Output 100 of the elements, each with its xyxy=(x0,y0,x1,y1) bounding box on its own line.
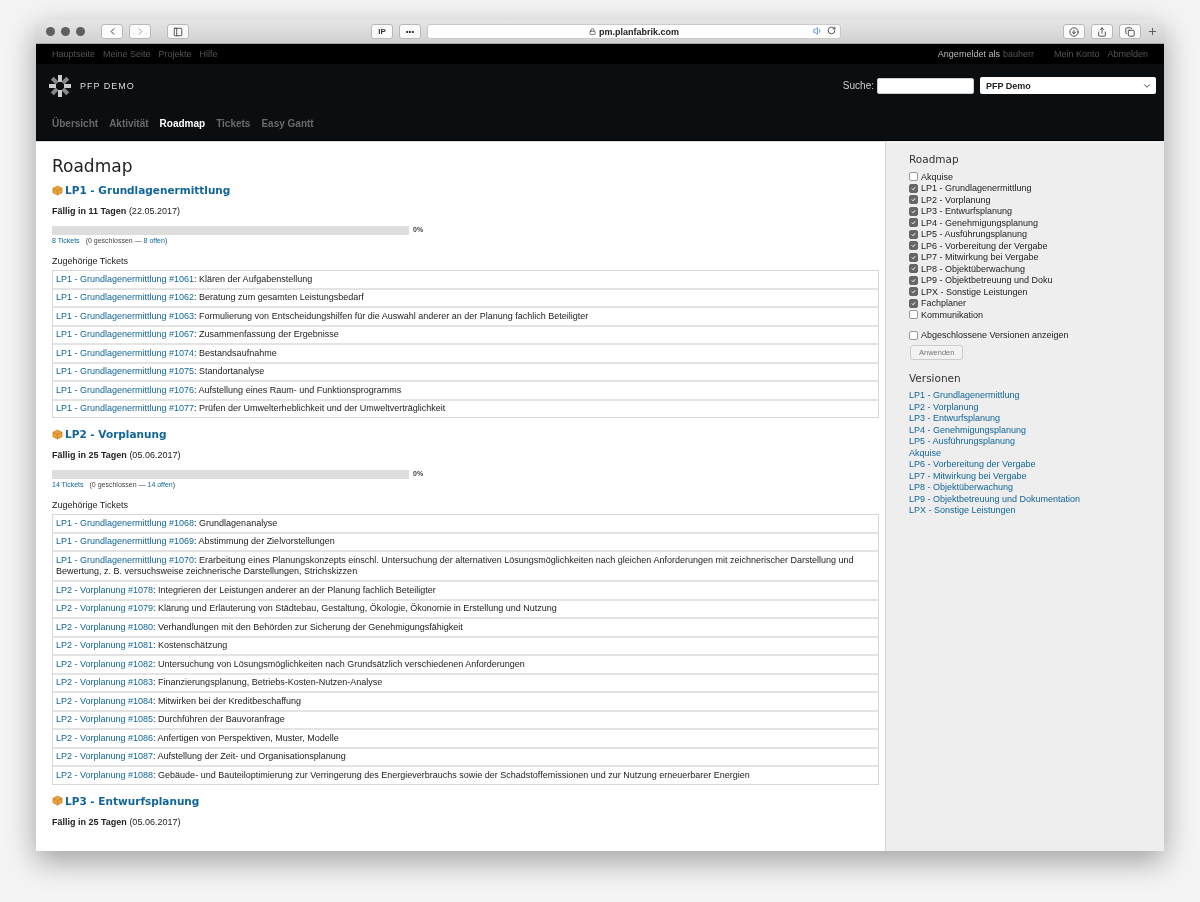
filter-label: LP2 - Vorplanung xyxy=(921,194,991,205)
ticket-row: LP2 - Vorplanung #1086: Anfertigen von Perspektiven, Muster, Modelle xyxy=(53,728,878,747)
reload-icon[interactable] xyxy=(827,26,836,35)
due-text: Fällig in 11 Tagen (22.05.2017) xyxy=(52,206,181,216)
new-tab-icon[interactable] xyxy=(1147,26,1158,37)
version-link[interactable]: LP1 - Grundlagenermittlung xyxy=(909,390,1154,402)
version-link[interactable]: LP2 - Vorplanung xyxy=(909,401,1154,413)
package-icon xyxy=(52,428,63,440)
filter-label: LP5 - Ausführungsplanung xyxy=(921,229,1028,240)
nav-tab[interactable]: Aktivität xyxy=(109,118,149,129)
ticket-row: LP1 - Grundlagenermittlung #1075: Standortanalyse xyxy=(53,361,878,380)
tabs-button[interactable] xyxy=(1119,24,1141,39)
ticket-row: LP2 - Vorplanung #1078: Integrieren der Leistungen anderer an der Planung fachlich Beteiligter xyxy=(53,580,878,599)
filter-label: LP6 - Vorbereitung der Vergabe xyxy=(921,240,1048,251)
ticket-row: LP2 - Vorplanung #1083: Finanzierungsplanung, Betriebs-Kosten-Nutzen-Analyse xyxy=(53,672,878,691)
ticket-row: LP2 - Vorplanung #1079: Klärung und Erläuterung von Städtebau, Gestaltung, Ökologie, Ökonomie in Erstellung und Nutzung xyxy=(53,598,878,617)
ticket-row: LP1 - Grundlagenermittlung #1062: Beratung zum gesamten Leistungsbedarf xyxy=(53,287,878,306)
filter-label: LP1 - Grundlagenermittlung xyxy=(921,183,1032,194)
due-text: Fällig in 25 Tagen (05.06.2017) xyxy=(52,450,182,460)
checkbox[interactable] xyxy=(909,172,918,182)
filter-label: Akquise xyxy=(921,171,954,182)
filter-label: Abgeschlossene Versionen anzeigen xyxy=(921,330,1069,341)
sidebar-icon xyxy=(173,26,183,37)
checkbox[interactable] xyxy=(909,330,918,340)
ticket-row: LP2 - Vorplanung #1088: Gebäude- und Bauteiloptimierung zur Verringerung des Energieverbrauchs sowie der Schadstoffemissionen und zur Nutzung erneuerbarer Energien xyxy=(53,765,878,784)
due-text: Fällig in 25 Tagen (05.06.2017) xyxy=(52,816,182,827)
version-link[interactable]: LP3 - Entwurfsplanung xyxy=(65,794,200,807)
checkbox[interactable] xyxy=(909,241,918,251)
checkbox[interactable] xyxy=(909,195,918,205)
ticket-row: LP1 - Grundlagenermittlung #1063: Formulierung von Entscheidungshilfen für die Auswahl anderer an der Planung fachlich Beteiligter xyxy=(53,306,878,325)
ticket-row: LP1 - Grundlagenermittlung #1070: Erarbeitung eines Planungskonzepts einschl. Untersuchung der alternativen Lösungsmöglichkeiten nach gleichen Anforderungen mit zeichnerischer Darstellung und Bewertung, z. B. versuchsweise zeichnerische Darstellungen, Strichskizzen xyxy=(53,550,878,580)
version-link[interactable]: LP4 - Genehmigungsplanung xyxy=(909,424,1154,436)
page-title: Roadmap xyxy=(52,156,134,176)
lock-icon xyxy=(589,28,596,35)
checkbox[interactable] xyxy=(909,275,918,285)
download-button[interactable] xyxy=(1063,24,1085,39)
window-zoom-button[interactable] xyxy=(76,27,85,36)
project-select[interactable]: PFP Demo xyxy=(980,77,1156,94)
sidebar-button[interactable] xyxy=(167,24,189,39)
version-link[interactable]: LP2 - Vorplanung xyxy=(65,428,167,440)
checkbox[interactable] xyxy=(909,229,918,239)
share-icon xyxy=(1097,26,1107,37)
project-name: PFP DEMO xyxy=(80,80,135,91)
checkbox[interactable] xyxy=(909,264,918,274)
address-bar[interactable]: pm.planfabrik.com xyxy=(427,24,841,39)
ticket-row: LP1 - Grundlagenermittlung #1074: Bestandsaufnahme xyxy=(53,343,878,362)
filter-label: Fachplaner xyxy=(921,298,967,309)
logo-icon xyxy=(48,73,72,98)
ticket-row: LP1 - Grundlagenermittlung #1076: Aufstellung eines Raum- und Funktionsprogramms xyxy=(53,380,878,399)
nav-tab[interactable]: Roadmap xyxy=(159,118,206,129)
version-link[interactable]: LP9 - Objektbetreuung und Dokumentation xyxy=(909,493,1154,505)
nav-tab[interactable]: Übersicht xyxy=(52,118,99,129)
nav-tab[interactable]: Easy Gantt xyxy=(261,118,314,129)
ticket-row: LP1 - Grundlagenermittlung #1077: Prüfen der Umwelterheblichkeit und der Umweltverträglichkeit xyxy=(53,398,878,417)
sidebar-title: Roadmap xyxy=(909,153,960,165)
filter-label: LP8 - Objektüberwachung xyxy=(921,263,1026,274)
toolbar-button[interactable]: ••• xyxy=(399,24,421,39)
search-label: Suche: xyxy=(842,80,874,91)
version-link[interactable]: Akquise xyxy=(909,447,1154,459)
checkbox[interactable] xyxy=(909,310,918,320)
window-minimize-button[interactable] xyxy=(61,27,70,36)
search-field[interactable] xyxy=(877,77,974,94)
ticket-row-text: LP1 - Grundlagenermittlung #1068: Grundlagenanalyse xyxy=(55,516,279,531)
checkbox[interactable] xyxy=(909,287,918,297)
checkbox[interactable] xyxy=(909,206,918,216)
checkbox[interactable] xyxy=(909,218,918,228)
speaker-icon[interactable] xyxy=(813,26,823,36)
ticket-row: LP2 - Vorplanung #1087: Aufstellung der Zeit- und Organisationsplanung xyxy=(53,746,878,765)
checkbox[interactable] xyxy=(909,252,918,262)
ticket-row: LP1 - Grundlagenermittlung #1067: Zusammenfassung der Ergebnisse xyxy=(53,324,878,343)
toolbar-button[interactable]: IP xyxy=(371,24,393,39)
ticket-row: LP2 - Vorplanung #1081: Kostenschätzung xyxy=(53,635,878,654)
filter-label: LP7 - Mitwirkung bei Vergabe xyxy=(921,252,1039,263)
ticket-row: LP2 - Vorplanung #1084: Mitwirken bei der Kreditbeschaffung xyxy=(53,691,878,710)
filter-label: LP9 - Objektbetreuung und Doku xyxy=(921,275,1053,286)
logged-in-label: Angemeldet als xyxy=(937,49,1000,59)
version-link[interactable]: LP1 - Grundlagenermittlung xyxy=(65,184,231,196)
ticket-row: LP2 - Vorplanung #1082: Untersuchung von Lösungsmöglichkeiten nach Grundsätzlich verschiedenen Anforderungen xyxy=(53,654,878,673)
sidebar-title: Versionen xyxy=(909,372,962,384)
ticket-row: LP1 - Grundlagenermittlung #1069: Abstimmung der Zielvorstellungen xyxy=(53,531,878,550)
tabs-icon xyxy=(1125,26,1135,37)
checkbox[interactable] xyxy=(909,298,918,308)
package-icon xyxy=(52,184,63,196)
version-link[interactable]: LPX - Sonstige Leistungen xyxy=(909,505,1154,517)
version-link[interactable]: LP3 - Entwurfsplanung xyxy=(909,413,1154,425)
version-link[interactable]: LP8 - Objektüberwachung xyxy=(909,482,1154,494)
window-close-button[interactable] xyxy=(46,27,55,36)
version-link[interactable]: LP6 - Vorbereitung der Vergabe xyxy=(909,459,1154,471)
share-button[interactable] xyxy=(1091,24,1113,39)
filter-label: Kommunikation xyxy=(921,309,984,320)
related-tickets-label: Zugehörige Tickets xyxy=(52,256,130,266)
related-tickets-label: Zugehörige Tickets xyxy=(52,500,130,510)
ticket-row: LP2 - Vorplanung #1080: Verhandlungen mit den Behörden zur Sicherung der Genehmigungsfähigkeit xyxy=(53,617,878,636)
version-link[interactable]: LP7 - Mitwirkung bei Vergabe xyxy=(909,470,1154,482)
nav-tab[interactable]: Tickets xyxy=(216,118,251,129)
checkbox[interactable] xyxy=(909,183,918,193)
ticket-row-text: LP1 - Grundlagenermittlung #1061: Klären der Aufgabenstellung xyxy=(55,272,314,287)
version-link[interactable]: LP5 - Ausführungsplanung xyxy=(909,436,1154,448)
filter-label: LP4 - Genehmigungsplanung xyxy=(921,217,1039,228)
filter-label: LP3 - Entwurfsplanung xyxy=(921,206,1013,217)
